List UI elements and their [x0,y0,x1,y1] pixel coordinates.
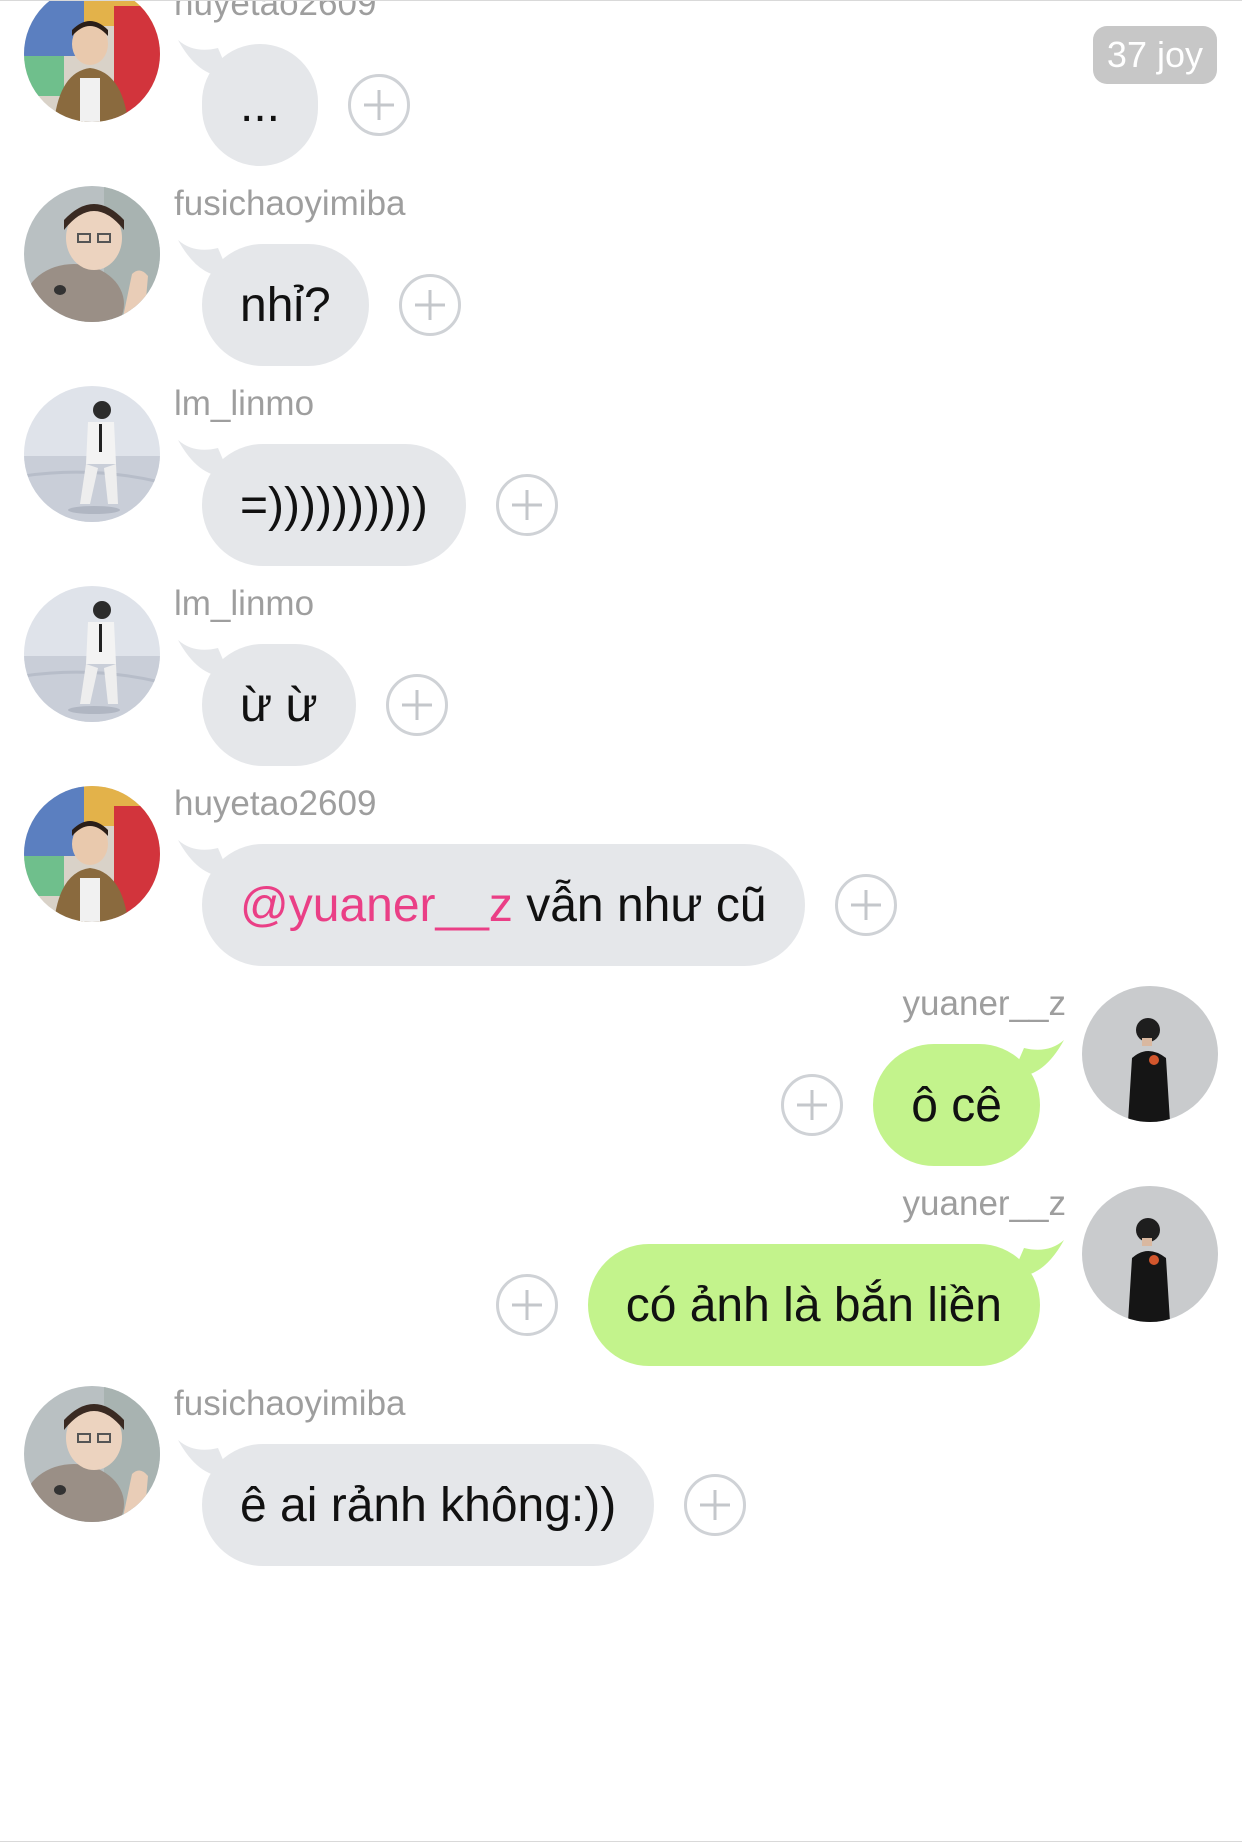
bubble-tail [174,236,234,286]
avatar[interactable] [24,786,160,922]
bubble-row: =)))))))))) [178,440,558,566]
sender-name: lm_linmo [174,384,315,423]
avatar[interactable] [24,1386,160,1522]
message-text: ừ ừ [240,678,318,733]
chat-thread[interactable]: 37 joy huyetao2609... fusichaoyimiba nhỉ? l… [0,0,1242,1842]
avatar[interactable] [1082,1186,1218,1322]
add-reaction-button[interactable] [385,674,448,736]
message-text-segment: ừ ừ [240,678,318,732]
bubble-row: ừ ừ [178,640,448,766]
bubble-row: có ảnh là bắn liền [495,1240,1064,1366]
sender-name: huyetao2609 [174,784,377,823]
bubble-tail [174,836,234,886]
message-text: nhỉ? [240,278,331,333]
message-bubble[interactable]: nhỉ? [178,240,369,366]
bubble-tail [174,636,234,686]
message-bubble[interactable]: ... [178,40,319,166]
bubble-tail [174,1436,234,1486]
message-bubble[interactable]: ừ ừ [178,640,356,766]
add-reaction-button[interactable] [348,74,411,136]
bubble-row: ... [178,40,411,166]
message-bubble[interactable]: có ảnh là bắn liền [587,1240,1064,1366]
add-reaction-button[interactable] [398,274,461,336]
bubble-tail [174,436,234,486]
message-text-segment: nhỉ? [240,278,331,332]
message-bubble[interactable]: ô cê [873,1040,1064,1166]
mention-link[interactable]: @yuaner__z [240,879,513,932]
bubble-tail [1008,1236,1068,1286]
bubble-row: ê ai rảnh không:)) [178,1440,747,1566]
avatar[interactable] [24,386,160,522]
message-text-segment: ... [240,78,281,132]
sender-name: lm_linmo [174,584,315,623]
message-text: ... [240,78,280,133]
message-text: =)))))))))) [240,478,428,533]
bubble-row: ô cê [781,1040,1064,1166]
message-text: ê ai rảnh không:)) [240,1478,616,1533]
message-bubble[interactable]: =)))))))))) [178,440,466,566]
avatar[interactable] [24,586,160,722]
avatar[interactable] [24,1,160,122]
sender-name: fusichaoyimiba [174,1384,406,1423]
message-text-segment: ê ai rảnh không:)) [240,1478,617,1532]
sender-name: yuaner__z [902,984,1066,1023]
add-reaction-button[interactable] [834,874,897,936]
message-bubble[interactable]: @yuaner__z vẫn như cũ [178,840,805,966]
sender-name: fusichaoyimiba [174,184,406,223]
message-item: fusichaoyimiba ê ai rảnh không:)) [0,1384,1242,1621]
message-text: @yuaner__z vẫn như cũ [240,878,767,933]
message-text-segment: có ảnh là bắn liền [625,1278,1002,1332]
sender-name: huyetao2609 [174,0,377,23]
add-reaction-button[interactable] [684,1474,747,1536]
message-text: ô cê [911,1078,1002,1133]
message-text-segment: vẫn như cũ [512,878,767,932]
add-reaction-button[interactable] [495,1274,558,1336]
bubble-row: nhỉ? [178,240,461,366]
add-reaction-button[interactable] [495,474,558,536]
avatar[interactable] [24,186,160,322]
bubble-tail [174,36,234,86]
message-text-segment: ô cê [911,1078,1002,1132]
message-text-segment: =)))))))))) [240,478,428,532]
message-bubble[interactable]: ê ai rảnh không:)) [178,1440,655,1566]
add-reaction-button[interactable] [781,1074,844,1136]
bubble-tail [1008,1036,1068,1086]
sender-name: yuaner__z [902,1184,1066,1223]
bubble-row: @yuaner__z vẫn như cũ [178,840,897,966]
message-text: có ảnh là bắn liền [626,1278,1002,1333]
avatar[interactable] [1082,986,1218,1122]
